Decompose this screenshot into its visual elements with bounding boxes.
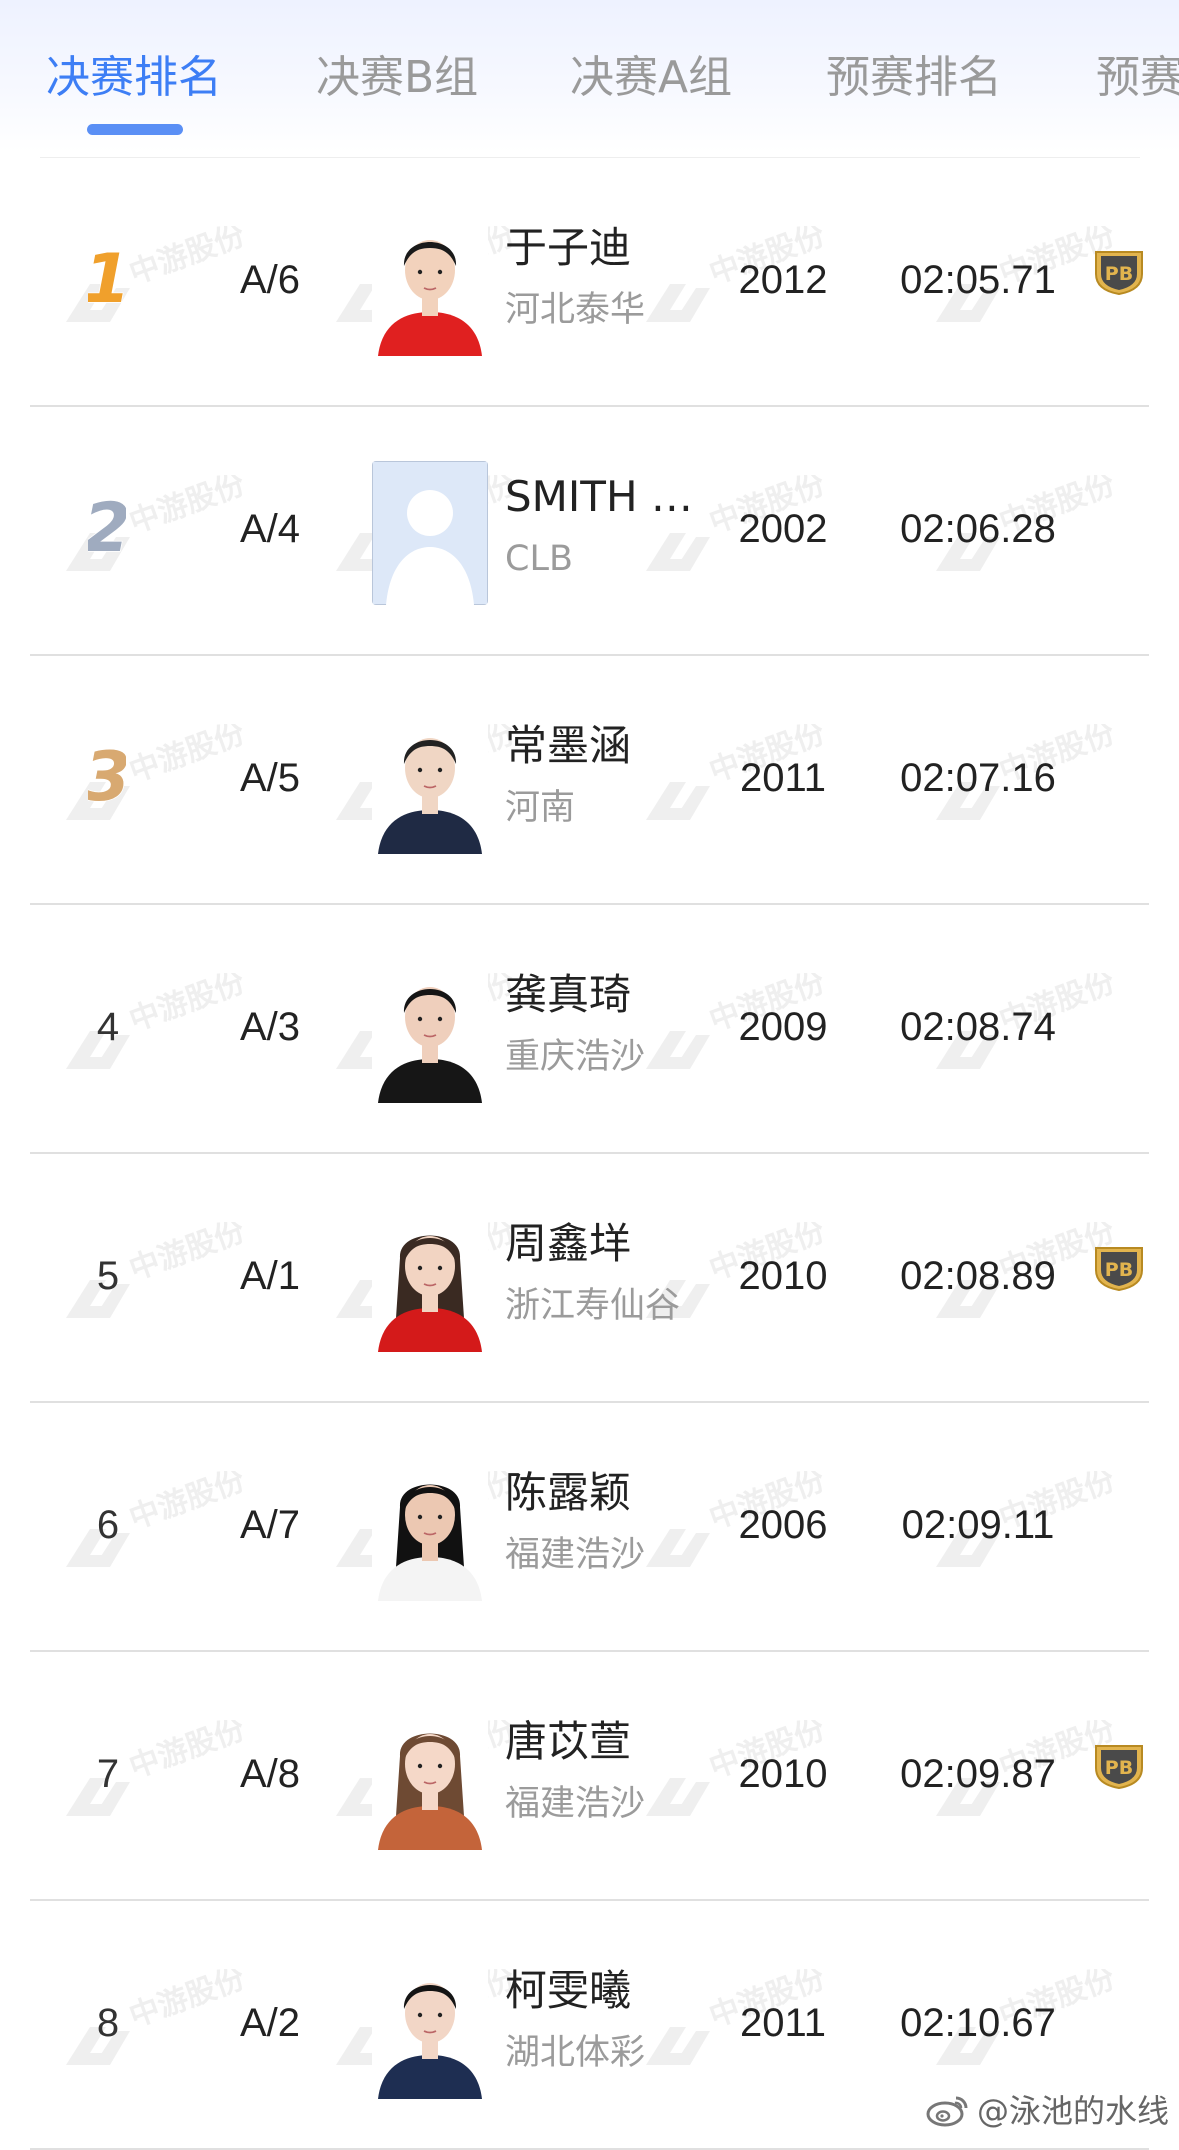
athlete-photo[interactable] [372,1208,488,1352]
athlete-name[interactable]: 唐苡萱 [505,1714,631,1770]
finish-time: 02:07.16 [900,756,1056,800]
svg-text:中游股份: 中游股份 [125,724,250,790]
athlete-photo[interactable] [372,710,488,854]
svg-text:中游股份: 中游股份 [125,1720,250,1786]
rank-medal-bronze: 3 [83,737,132,818]
svg-text:PB: PB [1105,1757,1133,1779]
athlete-name[interactable]: 龚真琦 [505,967,631,1023]
finish-time: 02:09.11 [901,1503,1055,1547]
lane: A/8 [240,1752,301,1796]
athlete-team: 福建浩沙 [505,1535,646,1575]
svg-text:PB: PB [1105,263,1133,285]
birth-year: 2009 [738,1005,828,1049]
lane: A/3 [240,1005,301,1049]
rank-number: 6 [96,1503,120,1547]
finish-time: 02:06.28 [900,507,1056,551]
finish-time: 02:08.74 [900,1005,1056,1049]
athlete-team: 福建浩沙 [505,1784,646,1824]
athlete-name[interactable]: 于子迪 [505,220,631,276]
athlete-team: 湖北体彩 [505,2033,646,2073]
pb-badge-icon: PB [1090,246,1148,296]
athlete-photo[interactable] [372,959,488,1103]
athlete-team: 河南 [505,788,576,828]
svg-text:中游股份: 中游股份 [125,226,250,292]
lane: A/2 [240,2001,301,2045]
athlete-team: 浙江寿仙谷 [505,1286,681,1326]
svg-text:中游股份: 中游股份 [125,1969,250,2035]
result-row[interactable]: 中游股份 中游股份 中游股份 中游股份 3 A/5 常墨涵河南201102:07 [0,656,1179,905]
birth-year: 2006 [738,1503,828,1547]
result-row[interactable]: 中游股份 中游股份 中游股份 中游股份 5A/1 周鑫垟浙江寿仙谷201002:… [0,1154,1179,1403]
tab-final-ranking[interactable]: 决赛排名 [46,50,222,106]
birth-year: 2011 [739,756,826,800]
active-tab-indicator [87,124,183,135]
athlete-photo[interactable] [372,461,488,605]
athlete-name[interactable]: SMITH … [505,469,693,525]
athlete-team: CLB [505,539,573,579]
pb-badge-icon: PB [1090,1242,1148,1292]
birth-year: 2002 [738,507,828,551]
svg-text:PB: PB [1105,1259,1133,1281]
lane: A/4 [240,507,301,551]
results-list: 中游股份 中游股份 中游股份 中游股份 1 A/6 于子迪河北泰华201202: [0,158,1179,2150]
weibo-icon [926,2096,968,2127]
svg-text:中游股份: 中游股份 [125,1471,250,1537]
result-row[interactable]: 中游股份 中游股份 中游股份 中游股份 1 A/6 于子迪河北泰华201202: [0,158,1179,407]
lane: A/1 [240,1254,301,1298]
athlete-photo[interactable] [372,1457,488,1601]
birth-year: 2010 [738,1254,828,1298]
athlete-photo[interactable] [372,1706,488,1850]
rank-medal-gold: 1 [83,239,132,320]
rank-number: 4 [96,1005,120,1049]
result-row[interactable]: 中游股份 中游股份 中游股份 中游股份 2 A/4 SMITH …CLB2002… [0,407,1179,656]
finish-time: 02:08.89 [900,1254,1056,1298]
weibo-watermark: @泳池的水线 [925,2086,1169,2132]
birth-year: 2010 [738,1752,828,1796]
lane: A/6 [240,258,301,302]
svg-text:3: 3 [88,738,126,810]
athlete-name[interactable]: 周鑫垟 [505,1216,631,1272]
pb-badge-icon: PB [1090,1740,1148,1790]
svg-text:1: 1 [88,240,126,312]
finish-time: 02:05.71 [900,258,1056,302]
athlete-photo[interactable] [372,1955,488,2099]
svg-text:2: 2 [88,489,126,561]
tab-final-a[interactable]: 决赛A组 [570,50,732,106]
athlete-name[interactable]: 柯雯曦 [505,1963,631,2019]
weibo-handle: @泳池的水线 [976,2092,1169,2130]
rank-number: 5 [96,1254,120,1298]
rank-number: 7 [96,1752,120,1796]
tab-heats[interactable]: 预赛 [1096,50,1179,106]
finish-time: 02:09.87 [900,1752,1056,1796]
athlete-team: 重庆浩沙 [505,1037,646,1077]
result-row[interactable]: 中游股份 中游股份 中游股份 中游股份 6A/7 陈露颖福建浩沙200602:0… [0,1403,1179,1652]
tab-bar: 决赛排名 决赛B组 决赛A组 预赛排名 预赛 [0,0,1179,152]
svg-text:中游股份: 中游股份 [125,973,250,1039]
lane: A/5 [240,756,301,800]
result-row[interactable]: 中游股份 中游股份 中游股份 中游股份 7A/8 唐苡萱福建浩沙201002:0… [0,1652,1179,1901]
athlete-team: 河北泰华 [505,290,646,330]
birth-year: 2012 [738,258,828,302]
result-row[interactable]: 中游股份 中游股份 中游股份 中游股份 4A/3 龚真琦重庆浩沙200902:0… [0,905,1179,1154]
athlete-name[interactable]: 陈露颖 [505,1465,631,1521]
lane: A/7 [240,1503,301,1547]
tab-heats-ranking[interactable]: 预赛排名 [826,50,1002,106]
finish-time: 02:10.67 [900,2001,1056,2045]
tab-final-b[interactable]: 决赛B组 [316,50,478,106]
athlete-name[interactable]: 常墨涵 [505,718,631,774]
rank-number: 8 [96,2001,120,2045]
athlete-photo[interactable] [372,212,488,356]
rank-medal-silver: 2 [83,488,132,569]
svg-text:中游股份: 中游股份 [125,1222,250,1288]
birth-year: 2011 [739,2001,826,2045]
svg-text:中游股份: 中游股份 [125,475,250,541]
